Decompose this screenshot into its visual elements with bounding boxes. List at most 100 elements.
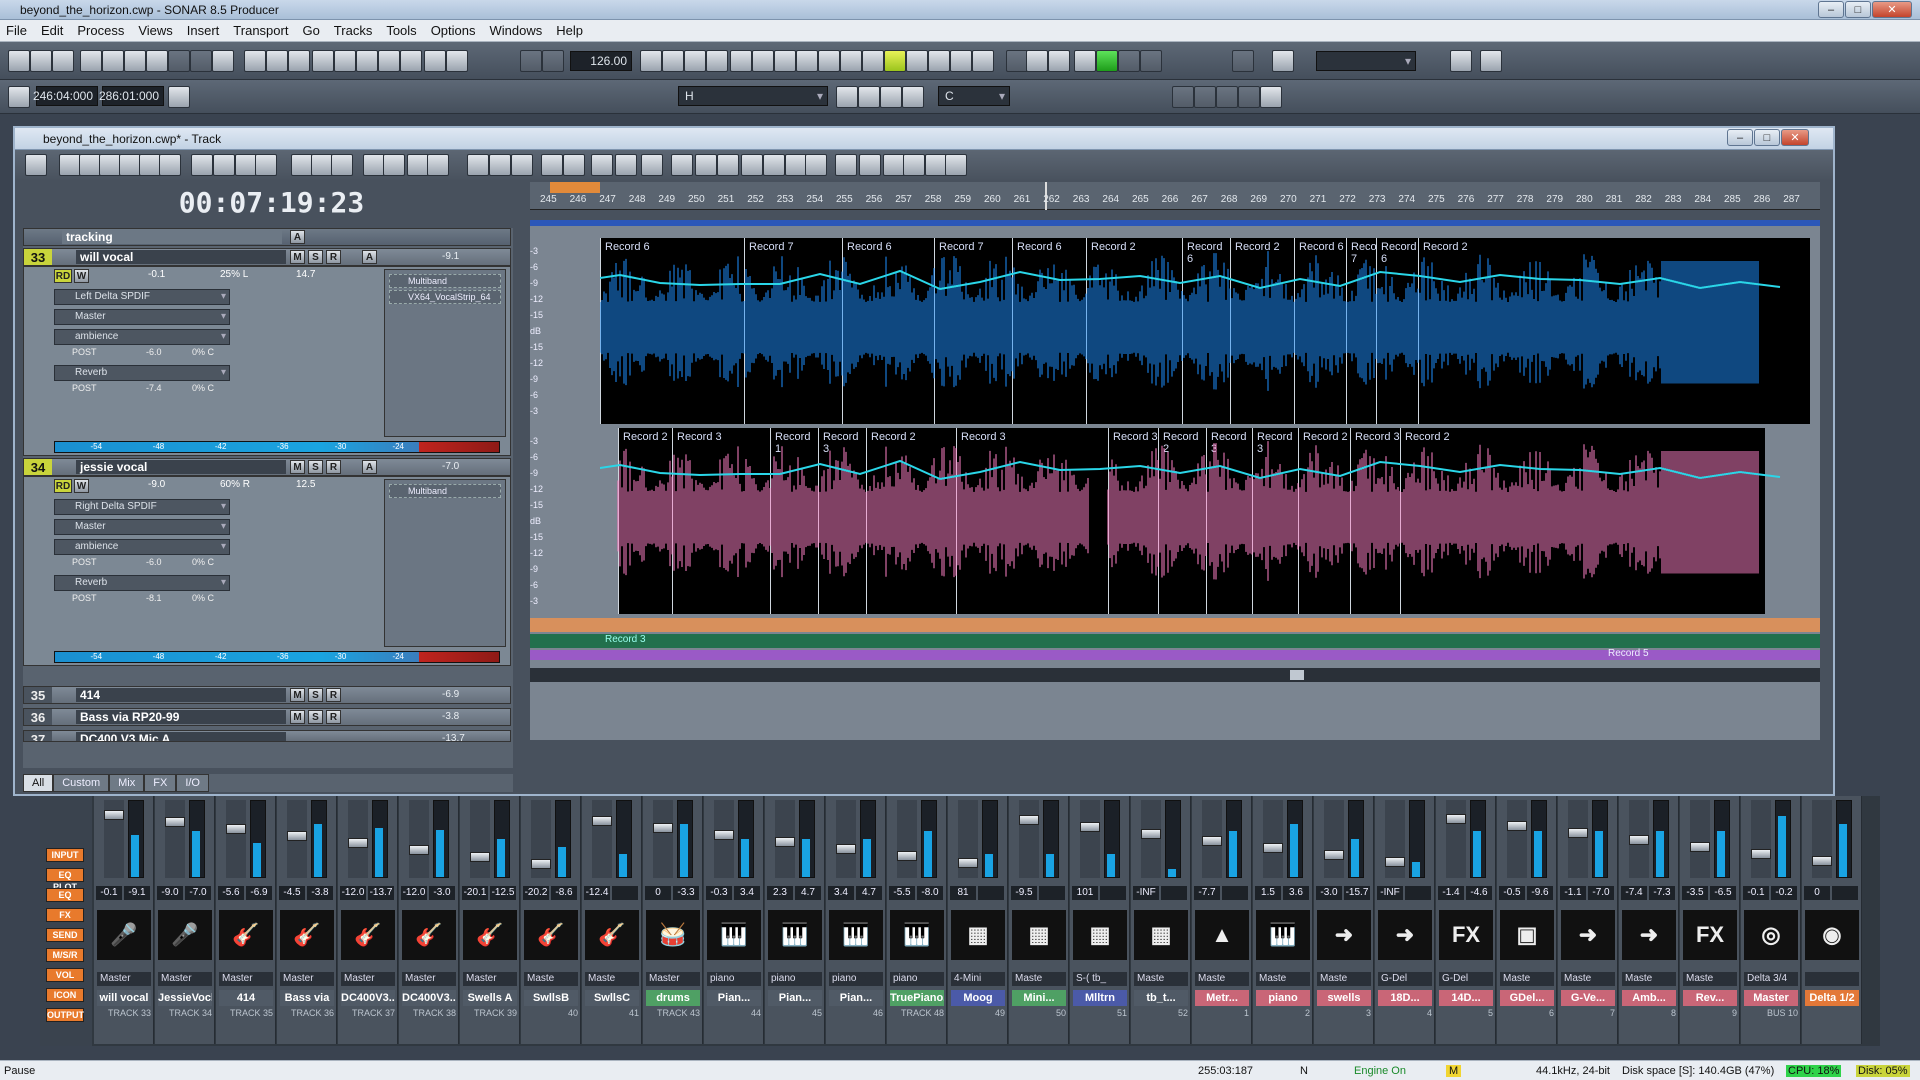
channel-fader[interactable] (1812, 800, 1832, 878)
fader-knob[interactable] (165, 817, 185, 827)
drums-icon[interactable]: 🥁 (646, 910, 700, 960)
clip-lane-33[interactable]: Record 6 Record 7 Record 6 Record 7 Record 6… (600, 238, 1810, 424)
synth-icon[interactable]: ▦ (951, 910, 1005, 960)
toolbar-button[interactable] (255, 154, 277, 176)
toolbar-button[interactable] (291, 154, 313, 176)
toolbar-button[interactable] (139, 154, 161, 176)
channel-output[interactable]: piano (890, 972, 944, 986)
speaker-icon[interactable]: ◉ (1805, 910, 1859, 960)
send1-selector[interactable]: ambience (54, 539, 230, 555)
channel-name[interactable]: will vocal (97, 990, 151, 1006)
toolbar-button[interactable] (542, 50, 564, 72)
mute-button[interactable]: M (290, 710, 305, 724)
channel-name[interactable]: 414 (219, 990, 273, 1006)
fader-knob[interactable] (409, 845, 429, 855)
tab-io[interactable]: I/O (176, 774, 209, 792)
toolbar-button[interactable] (591, 154, 613, 176)
channel-output[interactable]: piano (707, 972, 761, 986)
channel-output[interactable]: piano (768, 972, 822, 986)
channel-output[interactable]: Maste (1622, 972, 1676, 986)
channel-fader[interactable] (1751, 800, 1771, 878)
toolbar-button[interactable] (146, 50, 168, 72)
toolbar-button[interactable] (774, 50, 796, 72)
toolbar-button[interactable] (1074, 50, 1096, 72)
volume-envelope[interactable] (600, 459, 1781, 481)
toolbar-button[interactable] (1172, 86, 1194, 108)
channel-name[interactable]: 18D... (1378, 990, 1432, 1006)
synth-icon[interactable]: ▦ (1012, 910, 1066, 960)
solo-button[interactable]: S (308, 710, 323, 724)
channel-output[interactable]: Master (646, 972, 700, 986)
channel-name[interactable]: G-Ve... (1561, 990, 1615, 1006)
toolbar-button[interactable] (615, 154, 637, 176)
toolbar-button[interactable] (331, 154, 353, 176)
toolbar-button[interactable] (902, 86, 924, 108)
input-selector[interactable]: Left Delta SPDIF (54, 289, 230, 305)
channel-name[interactable]: Master (1744, 990, 1798, 1006)
channel-fader[interactable] (1019, 800, 1039, 878)
console-eqplot-button[interactable]: EQ PLOT (46, 868, 84, 892)
record-arm-button[interactable]: R (326, 250, 341, 264)
toolbar-button[interactable] (427, 154, 449, 176)
fx-icon[interactable]: FX (1683, 910, 1737, 960)
channel-output[interactable]: Maste (585, 972, 639, 986)
toolbar-button[interactable] (1272, 50, 1294, 72)
tab-all[interactable]: All (23, 774, 54, 792)
channel-fader[interactable] (165, 800, 185, 878)
fader-knob[interactable] (1507, 821, 1527, 831)
maximize-button[interactable]: □ (1845, 1, 1871, 18)
menu-file[interactable]: File (6, 23, 27, 38)
toolbar-button[interactable] (30, 50, 52, 72)
toolbar-button[interactable] (520, 50, 542, 72)
piano-icon[interactable]: 🎹 (829, 910, 883, 960)
channel-fader[interactable] (226, 800, 246, 878)
arrow-icon[interactable]: ➜ (1378, 910, 1432, 960)
fader-knob[interactable] (1263, 843, 1283, 853)
marker-combo[interactable]: H (678, 86, 828, 106)
channel-name[interactable]: Amb... (1622, 990, 1676, 1006)
channel-name[interactable]: GDel... (1500, 990, 1554, 1006)
toolbar-button[interactable] (883, 154, 905, 176)
channel-fader[interactable] (1690, 800, 1710, 878)
toolbar-button[interactable] (168, 50, 190, 72)
channel-name[interactable]: swells (1317, 990, 1371, 1006)
channel-output[interactable]: Maste (1561, 972, 1615, 986)
channel-output[interactable]: piano (829, 972, 883, 986)
toolbar-button[interactable] (741, 154, 763, 176)
channel-output[interactable]: Maste (1256, 972, 1310, 986)
channel-output[interactable]: Master (219, 972, 273, 986)
piano-icon[interactable]: 🎹 (707, 910, 761, 960)
channel-output[interactable]: Master (280, 972, 334, 986)
toolbar-button[interactable] (752, 50, 774, 72)
toolbar-button[interactable] (884, 50, 906, 72)
toolbar-button[interactable] (311, 154, 333, 176)
toolbar-button[interactable] (446, 50, 468, 72)
toolbar-button[interactable] (119, 154, 141, 176)
channel-output[interactable]: Maste (1195, 972, 1249, 986)
channel-name[interactable]: drums (646, 990, 700, 1006)
toolbar-button[interactable] (1450, 50, 1472, 72)
channel-name[interactable]: Pian... (829, 990, 883, 1006)
channel-output[interactable]: Master (341, 972, 395, 986)
toolbar-button[interactable] (835, 154, 857, 176)
tab-mix[interactable]: Mix (109, 774, 145, 792)
toolbar-button[interactable] (102, 50, 124, 72)
track-maximize-button[interactable]: □ (1754, 129, 1780, 146)
toolbar-button[interactable] (25, 154, 47, 176)
write-button[interactable]: W (74, 269, 89, 283)
fx-slot[interactable]: Multiband (389, 484, 501, 498)
console-send-button[interactable]: SEND (46, 928, 84, 942)
toolbar-button[interactable] (796, 50, 818, 72)
channel-name[interactable]: JessieVocl (158, 990, 212, 1006)
toolbar-button[interactable] (818, 50, 840, 72)
fader-knob[interactable] (1629, 835, 1649, 845)
toolbar-button[interactable] (950, 50, 972, 72)
synth-icon[interactable]: ▦ (1073, 910, 1127, 960)
toolbar-button[interactable] (684, 50, 706, 72)
channel-output[interactable]: Delta 3/4 (1744, 972, 1798, 986)
input-echo-button[interactable]: RD (54, 269, 72, 283)
toolbar-button[interactable] (1096, 50, 1118, 72)
toolbar-button[interactable] (1480, 50, 1502, 72)
channel-fader[interactable] (287, 800, 307, 878)
menu-process[interactable]: Process (77, 23, 124, 38)
